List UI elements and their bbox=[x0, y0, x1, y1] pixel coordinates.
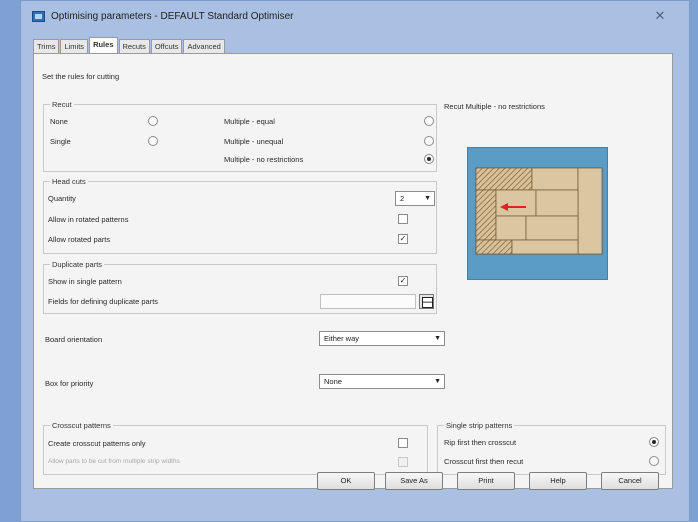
cutting-pattern-preview bbox=[467, 147, 608, 280]
tab-rules[interactable]: Rules bbox=[89, 37, 118, 54]
cutting-pattern-graphic bbox=[475, 167, 603, 255]
rip-first-radio[interactable] bbox=[649, 437, 659, 447]
close-button[interactable]: ✕ bbox=[647, 7, 673, 25]
duplicate-fields-label: Fields for defining duplicate parts bbox=[48, 297, 159, 306]
window-title: Optimising parameters - DEFAULT Standard… bbox=[51, 11, 294, 22]
preview-caption: Recut Multiple - no restrictions bbox=[444, 102, 545, 111]
duplicate-fields-input[interactable] bbox=[320, 294, 416, 309]
multiple-strip-widths-checkbox bbox=[398, 457, 408, 467]
crosscut-only-label: Create crosscut patterns only bbox=[48, 439, 146, 448]
tab-recuts[interactable]: Recuts bbox=[118, 39, 150, 54]
allow-rotated-patterns-label: Allow in rotated patterns bbox=[48, 215, 129, 224]
crosscut-patterns-group: Crosscut patterns Create crosscut patter… bbox=[43, 421, 428, 475]
help-button[interactable]: Help bbox=[529, 472, 587, 490]
app-icon bbox=[32, 11, 45, 22]
crosscut-only-checkbox[interactable] bbox=[398, 438, 408, 448]
rip-first-label: Rip first then crosscut bbox=[444, 438, 517, 447]
chevron-down-icon: ▼ bbox=[434, 378, 441, 385]
recut-single-label: Single bbox=[50, 137, 71, 146]
board-orientation-label: Board orientation bbox=[45, 335, 103, 344]
recut-multiple-unequal-radio[interactable] bbox=[424, 136, 434, 146]
ok-button[interactable]: OK bbox=[317, 472, 375, 490]
recut-group: Recut None Single Multiple - equal Multi… bbox=[43, 100, 437, 172]
quantity-value: 2 bbox=[400, 194, 405, 203]
tab-advanced[interactable]: Advanced bbox=[183, 39, 225, 54]
recut-none-label: None bbox=[50, 117, 68, 126]
cancel-button[interactable]: Cancel bbox=[601, 472, 659, 490]
show-single-pattern-label: Show in single pattern bbox=[48, 277, 122, 286]
save-as-button[interactable]: Save As bbox=[385, 472, 443, 490]
recut-multiple-no-restrictions-radio[interactable] bbox=[424, 154, 434, 164]
intro-text: Set the rules for cutting bbox=[42, 72, 120, 81]
allow-rotated-parts-checkbox[interactable]: ✓ bbox=[398, 234, 408, 244]
single-strip-group-title: Single strip patterns bbox=[444, 421, 515, 430]
quantity-label: Quantity bbox=[48, 194, 76, 203]
box-priority-value: None bbox=[324, 377, 342, 386]
rules-panel: Set the rules for cutting Recut None Sin… bbox=[33, 53, 673, 489]
recut-multiple-equal-label: Multiple - equal bbox=[224, 117, 275, 126]
crosscut-group-title: Crosscut patterns bbox=[50, 421, 113, 430]
tab-limits[interactable]: Limits bbox=[60, 39, 89, 54]
duplicate-parts-group: Duplicate parts Show in single pattern ✓… bbox=[43, 260, 437, 314]
tab-trims[interactable]: Trims bbox=[33, 39, 60, 54]
quantity-select[interactable]: 2 ▼ bbox=[395, 191, 435, 206]
recut-multiple-equal-radio[interactable] bbox=[424, 116, 434, 126]
crosscut-first-label: Crosscut first then recut bbox=[444, 457, 524, 466]
title-bar[interactable]: Optimising parameters - DEFAULT Standard… bbox=[21, 1, 689, 33]
board-orientation-select[interactable]: Either way ▼ bbox=[319, 331, 445, 346]
tab-offcuts[interactable]: Offcuts bbox=[150, 39, 183, 54]
dialog-window: Optimising parameters - DEFAULT Standard… bbox=[20, 0, 690, 522]
tab-strip: Trims Limits Rules Recuts Offcuts Advanc… bbox=[33, 37, 226, 54]
field-picker-icon[interactable] bbox=[419, 294, 434, 309]
head-cuts-group-title: Head cuts bbox=[50, 177, 88, 186]
head-cuts-group: Head cuts Quantity 2 ▼ Allow in rotated … bbox=[43, 177, 437, 254]
allow-rotated-parts-label: Allow rotated parts bbox=[48, 235, 111, 244]
recut-none-radio[interactable] bbox=[148, 116, 158, 126]
allow-rotated-patterns-checkbox[interactable] bbox=[398, 214, 408, 224]
crosscut-first-radio[interactable] bbox=[649, 456, 659, 466]
chevron-down-icon: ▼ bbox=[434, 335, 441, 342]
box-priority-label: Box for priority bbox=[45, 379, 94, 388]
recut-multiple-unequal-label: Multiple - unequal bbox=[224, 137, 284, 146]
recut-single-radio[interactable] bbox=[148, 136, 158, 146]
show-single-pattern-checkbox[interactable]: ✓ bbox=[398, 276, 408, 286]
recut-group-title: Recut bbox=[50, 100, 74, 109]
print-button[interactable]: Print bbox=[457, 472, 515, 490]
box-priority-select[interactable]: None ▼ bbox=[319, 374, 445, 389]
recut-multiple-no-restrictions-label: Multiple - no restrictions bbox=[224, 155, 304, 164]
multiple-strip-widths-label: Allow parts to be cut from multiple stri… bbox=[48, 458, 180, 465]
duplicate-parts-group-title: Duplicate parts bbox=[50, 260, 105, 269]
board-orientation-value: Either way bbox=[324, 334, 360, 343]
single-strip-group: Single strip patterns Rip first then cro… bbox=[437, 421, 666, 475]
chevron-down-icon: ▼ bbox=[424, 195, 431, 202]
